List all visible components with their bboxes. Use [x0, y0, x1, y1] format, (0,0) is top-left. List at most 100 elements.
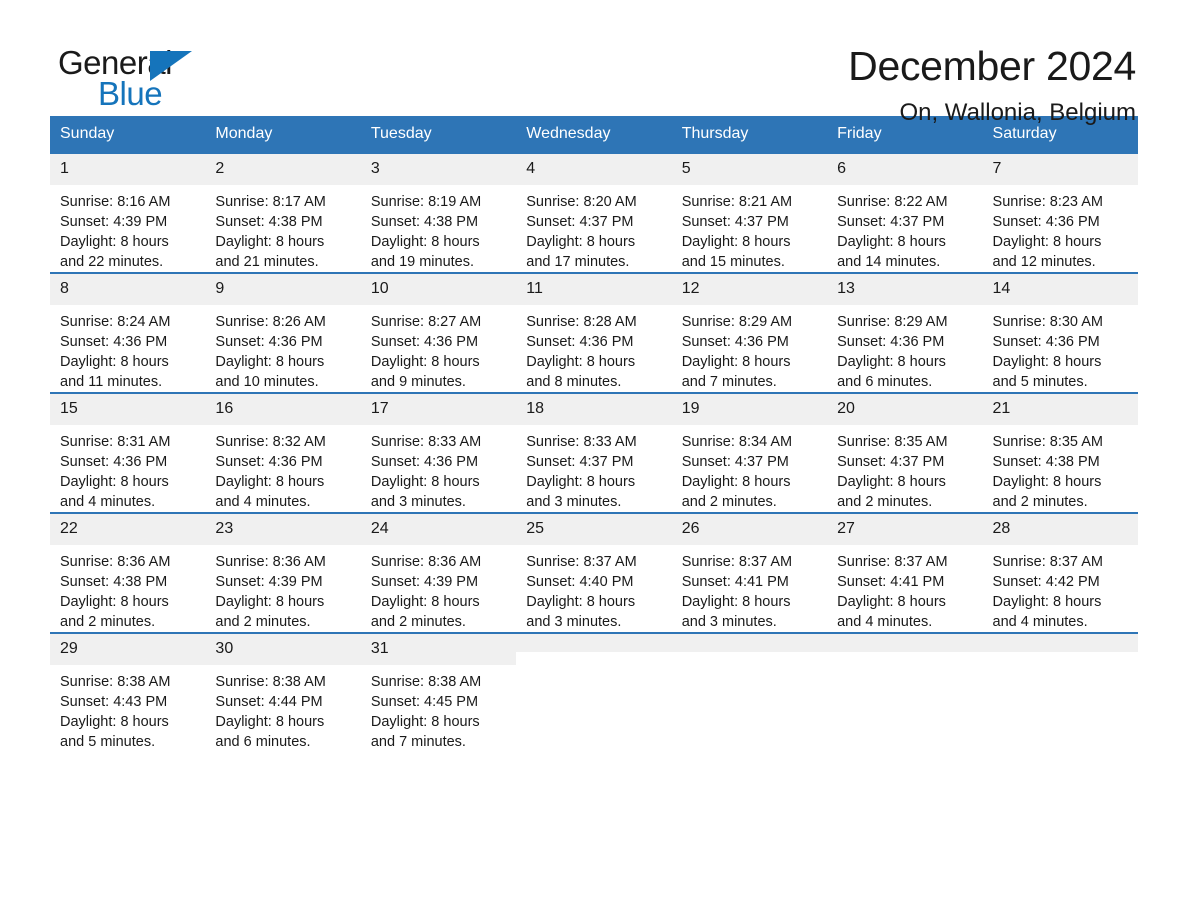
day-cell[interactable]: 13 Sunrise: 8:29 AM Sunset: 4:36 PM Dayl… [827, 272, 983, 393]
daylight-text-line1: Daylight: 8 hours [681, 233, 791, 250]
day-cell[interactable]: 22 Sunrise: 8:36 AM Sunset: 4:38 PM Dayl… [50, 512, 206, 633]
day-cell[interactable]: 12 Sunrise: 8:29 AM Sunset: 4:36 PM Dayl… [671, 272, 828, 393]
daylight-text-line2: and 2 minutes. [837, 493, 933, 510]
daylight-text-line2: and 6 minutes. [837, 373, 933, 390]
day-details: Sunrise: 8:36 AM Sunset: 4:39 PM Dayligh… [205, 545, 360, 632]
calendar-body: 1 Sunrise: 8:16 AM Sunset: 4:39 PM Dayli… [50, 152, 1138, 752]
day-cell[interactable]: 7 Sunrise: 8:23 AM Sunset: 4:36 PM Dayli… [982, 152, 1138, 273]
day-details: Sunrise: 8:35 AM Sunset: 4:37 PM Dayligh… [827, 425, 982, 512]
sunrise-text: Sunrise: 8:33 AM [370, 433, 482, 450]
general-blue-logo[interactable]: General Blue [50, 44, 200, 114]
day-details: Sunrise: 8:38 AM Sunset: 4:43 PM Dayligh… [50, 665, 205, 752]
daylight-text-line1: Daylight: 8 hours [526, 593, 636, 610]
day-cell[interactable]: 11 Sunrise: 8:28 AM Sunset: 4:36 PM Dayl… [516, 272, 672, 393]
daylight-text-line1: Daylight: 8 hours [370, 473, 480, 490]
day-number: 25 [516, 514, 672, 545]
day-number: 11 [516, 274, 672, 305]
day-cell[interactable]: 10 Sunrise: 8:27 AM Sunset: 4:36 PM Dayl… [360, 272, 517, 393]
daylight-text-line1: Daylight: 8 hours [215, 353, 325, 370]
day-cell[interactable]: 16 Sunrise: 8:32 AM Sunset: 4:36 PM Dayl… [205, 392, 361, 513]
day-cell[interactable]: 24 Sunrise: 8:36 AM Sunset: 4:39 PM Dayl… [360, 512, 517, 633]
day-number: 10 [360, 274, 517, 305]
day-cell[interactable]: 25 Sunrise: 8:37 AM Sunset: 4:40 PM Dayl… [516, 512, 672, 633]
sunrise-text: Sunrise: 8:35 AM [992, 433, 1103, 450]
page-title: December 2024 [848, 43, 1136, 89]
daylight-text-line1: Daylight: 8 hours [837, 473, 946, 490]
calendar-page: General Blue December 2024 On, Wallonia,… [0, 0, 1188, 918]
day-details: Sunrise: 8:36 AM Sunset: 4:38 PM Dayligh… [50, 545, 205, 632]
day-cell[interactable]: 27 Sunrise: 8:37 AM Sunset: 4:41 PM Dayl… [827, 512, 983, 633]
daylight-text-line1: Daylight: 8 hours [370, 353, 480, 370]
daylight-text-line1: Daylight: 8 hours [60, 233, 169, 250]
day-number: 27 [827, 514, 983, 545]
daylight-text-line1: Daylight: 8 hours [215, 593, 325, 610]
day-cell[interactable]: 8 Sunrise: 8:24 AM Sunset: 4:36 PM Dayli… [50, 272, 206, 393]
day-number: 14 [982, 274, 1138, 305]
calendar-week-row: 15 Sunrise: 8:31 AM Sunset: 4:36 PM Dayl… [50, 392, 1138, 513]
daylight-text-line1: Daylight: 8 hours [681, 353, 791, 370]
sunset-text: Sunset: 4:37 PM [681, 213, 789, 230]
sunset-text: Sunset: 4:36 PM [215, 333, 323, 350]
day-number: 22 [50, 514, 206, 545]
daylight-text-line2: and 4 minutes. [60, 493, 156, 510]
day-details: Sunrise: 8:38 AM Sunset: 4:45 PM Dayligh… [361, 665, 516, 752]
day-cell[interactable]: 19 Sunrise: 8:34 AM Sunset: 4:37 PM Dayl… [671, 392, 828, 513]
sunset-text: Sunset: 4:38 PM [60, 573, 168, 590]
day-details: Sunrise: 8:21 AM Sunset: 4:37 PM Dayligh… [672, 185, 827, 272]
day-cell[interactable]: 20 Sunrise: 8:35 AM Sunset: 4:37 PM Dayl… [827, 392, 983, 513]
day-number: 19 [671, 394, 828, 425]
day-cell[interactable]: 6 Sunrise: 8:22 AM Sunset: 4:37 PM Dayli… [827, 152, 983, 273]
day-number: 29 [50, 634, 206, 665]
day-number [982, 634, 1138, 652]
daylight-text-line1: Daylight: 8 hours [215, 233, 325, 250]
day-cell[interactable]: 28 Sunrise: 8:37 AM Sunset: 4:42 PM Dayl… [982, 512, 1138, 633]
sunrise-text: Sunrise: 8:32 AM [215, 433, 326, 450]
day-cell[interactable]: 30 Sunrise: 8:38 AM Sunset: 4:44 PM Dayl… [205, 632, 361, 752]
day-cell[interactable]: 23 Sunrise: 8:36 AM Sunset: 4:39 PM Dayl… [205, 512, 361, 633]
daylight-text-line2: and 21 minutes. [215, 253, 319, 270]
daylight-text-line2: and 2 minutes. [215, 613, 311, 630]
day-cell[interactable]: 14 Sunrise: 8:30 AM Sunset: 4:36 PM Dayl… [982, 272, 1138, 393]
sunrise-text: Sunrise: 8:24 AM [60, 313, 171, 330]
day-cell[interactable]: 31 Sunrise: 8:38 AM Sunset: 4:45 PM Dayl… [360, 632, 517, 752]
day-cell[interactable]: 9 Sunrise: 8:26 AM Sunset: 4:36 PM Dayli… [205, 272, 361, 393]
day-cell[interactable]: 2 Sunrise: 8:17 AM Sunset: 4:38 PM Dayli… [205, 152, 361, 273]
day-cell[interactable]: 18 Sunrise: 8:33 AM Sunset: 4:37 PM Dayl… [516, 392, 672, 513]
day-cell[interactable]: 21 Sunrise: 8:35 AM Sunset: 4:38 PM Dayl… [982, 392, 1138, 513]
daylight-text-line2: and 4 minutes. [992, 613, 1088, 630]
day-number: 24 [360, 514, 517, 545]
daylight-text-line2: and 14 minutes. [837, 253, 941, 270]
day-cell[interactable]: 15 Sunrise: 8:31 AM Sunset: 4:36 PM Dayl… [50, 392, 206, 513]
day-number: 28 [982, 514, 1138, 545]
calendar-week-row: 22 Sunrise: 8:36 AM Sunset: 4:38 PM Dayl… [50, 512, 1138, 633]
day-number: 17 [360, 394, 517, 425]
day-number: 15 [50, 394, 206, 425]
sunset-text: Sunset: 4:36 PM [60, 453, 168, 470]
day-details: Sunrise: 8:31 AM Sunset: 4:36 PM Dayligh… [50, 425, 205, 512]
daylight-text-line2: and 2 minutes. [681, 493, 777, 510]
daylight-text-line2: and 3 minutes. [681, 613, 777, 630]
daylight-text-line2: and 11 minutes. [60, 373, 163, 390]
sunset-text: Sunset: 4:39 PM [215, 573, 323, 590]
day-cell[interactable]: 1 Sunrise: 8:16 AM Sunset: 4:39 PM Dayli… [50, 152, 206, 273]
daylight-text-line2: and 7 minutes. [681, 373, 777, 390]
day-cell[interactable]: 5 Sunrise: 8:21 AM Sunset: 4:37 PM Dayli… [671, 152, 828, 273]
daylight-text-line2: and 15 minutes. [681, 253, 785, 270]
day-number: 20 [827, 394, 983, 425]
logo-text-blue: Blue [98, 75, 163, 112]
day-number: 12 [671, 274, 828, 305]
sunrise-text: Sunrise: 8:33 AM [526, 433, 637, 450]
sunset-text: Sunset: 4:41 PM [681, 573, 789, 590]
day-details: Sunrise: 8:37 AM Sunset: 4:41 PM Dayligh… [827, 545, 982, 632]
day-number: 3 [360, 154, 517, 185]
day-cell[interactable]: 17 Sunrise: 8:33 AM Sunset: 4:36 PM Dayl… [360, 392, 517, 513]
daylight-text-line1: Daylight: 8 hours [837, 233, 946, 250]
day-cell[interactable]: 3 Sunrise: 8:19 AM Sunset: 4:38 PM Dayli… [360, 152, 517, 273]
day-cell-empty [982, 632, 1138, 752]
daylight-text-line2: and 6 minutes. [215, 733, 311, 750]
day-cell[interactable]: 4 Sunrise: 8:20 AM Sunset: 4:37 PM Dayli… [516, 152, 672, 273]
day-cell[interactable]: 29 Sunrise: 8:38 AM Sunset: 4:43 PM Dayl… [50, 632, 206, 752]
sunset-text: Sunset: 4:45 PM [370, 693, 479, 710]
daylight-text-line1: Daylight: 8 hours [837, 593, 946, 610]
day-cell[interactable]: 26 Sunrise: 8:37 AM Sunset: 4:41 PM Dayl… [671, 512, 828, 633]
